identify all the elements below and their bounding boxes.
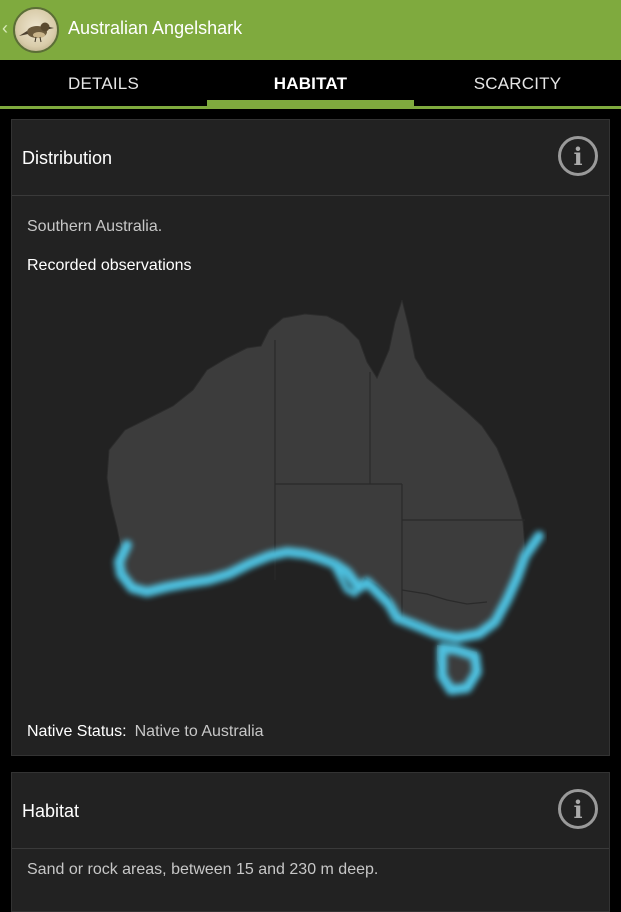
distribution-header: Distribution i	[12, 120, 609, 196]
distribution-title: Distribution	[22, 148, 113, 168]
tab-details[interactable]: DETAILS	[0, 60, 207, 108]
native-status-row: Native Status: Native to Australia	[27, 723, 264, 741]
app-bar: ‹ Australian Angelshark	[0, 0, 621, 60]
australia-map	[106, 300, 544, 695]
habitat-description: Sand or rock areas, between 15 and 230 m…	[27, 861, 379, 878]
native-status-label: Native Status:	[27, 723, 127, 740]
app-title: Australian Angelshark	[68, 18, 243, 38]
habitat-title: Habitat	[22, 801, 80, 821]
distribution-info-icon[interactable]: i	[558, 136, 598, 176]
tab-scarcity[interactable]: SCARCITY	[414, 60, 621, 108]
distribution-card: Distribution i Southern Australia. Recor…	[11, 119, 610, 756]
observations-heading: Recorded observations	[27, 257, 192, 274]
habitat-info-icon[interactable]: i	[558, 789, 598, 829]
distribution-description: Southern Australia.	[27, 218, 163, 235]
bird-logo-icon[interactable]	[13, 7, 59, 53]
native-status-value: Native to Australia	[134, 723, 264, 740]
habitat-card: Habitat i Sand or rock areas, between 15…	[11, 772, 610, 912]
back-chevron-icon[interactable]: ‹	[2, 18, 8, 39]
habitat-header: Habitat i	[12, 773, 609, 849]
tab-divider	[0, 106, 621, 109]
